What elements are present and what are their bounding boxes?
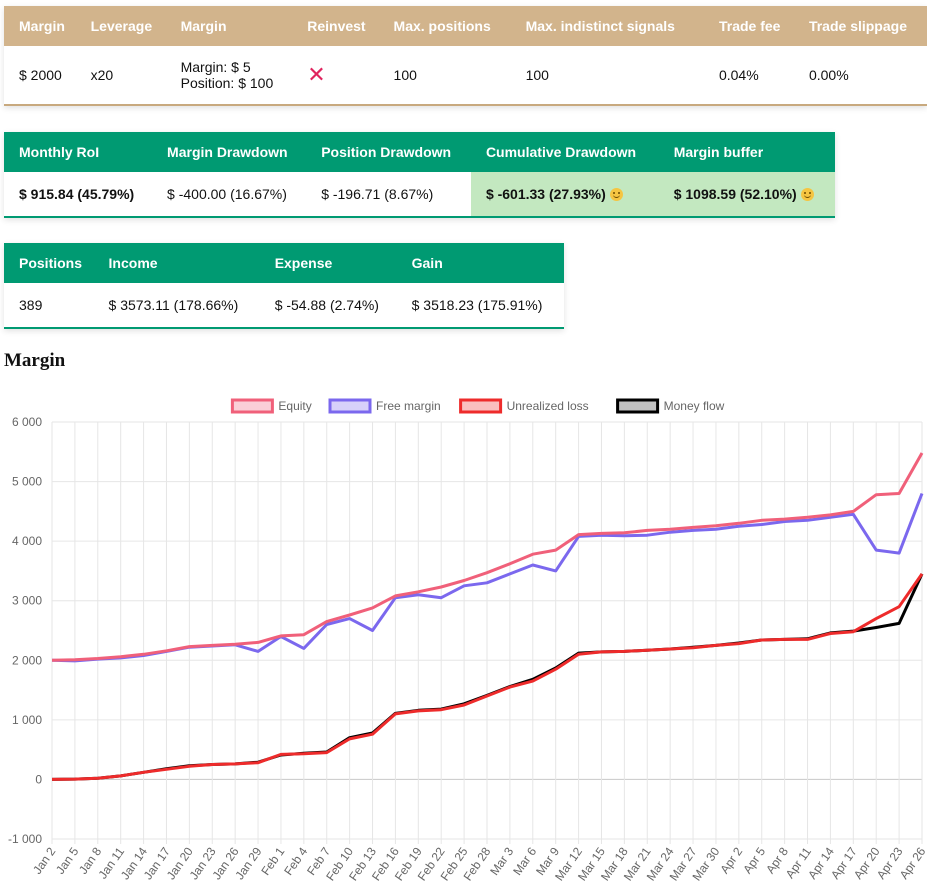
x-tick-label: Apr 2 [717,844,745,876]
y-tick-label: 4 000 [12,534,42,548]
y-tick-label: -1 000 [8,832,42,846]
header-monthly-roi: Monthly RoI [4,132,153,172]
trade-fee-value: 0.04% [703,46,794,105]
positions-count: 389 [4,283,94,328]
header-leverage: Leverage [75,6,166,46]
header-positions: Positions [4,243,94,283]
header-margin-buffer: Margin buffer [658,132,835,172]
header-trade-fee: Trade fee [703,6,794,46]
max-indistinct-value: 100 [510,46,704,105]
legend-swatch [616,398,660,414]
cumulative-drawdown-value: $ -601.33 (27.93%) [485,186,606,202]
reinvest-value: ✕ [292,46,379,105]
x-tick-label: Jan 2 [30,844,58,876]
margin-drawdown-value: $ -400.00 (16.67%) [152,172,307,217]
cross-icon: ✕ [307,62,326,87]
x-tick-label: Apr 5 [740,844,768,876]
roi-table: Monthly RoI Margin Drawdown Position Dra… [4,132,835,218]
header-position-drawdown: Position Drawdown [306,132,471,172]
header-max-indistinct-signals: Max. indistinct signals [510,6,704,46]
x-tick-label: Feb 1 [258,844,287,877]
x-axis: Jan 2Jan 5Jan 8Jan 11Jan 14Jan 17Jan 20J… [30,844,927,883]
x-tick-label: Feb 4 [281,844,310,877]
header-reinvest: Reinvest [292,6,379,46]
y-tick-label: 6 000 [12,415,42,429]
header-cumulative-drawdown: Cumulative Drawdown [470,132,659,172]
section-title: Margin [4,350,66,371]
y-tick-label: 3 000 [12,594,42,608]
header-income: Income [93,243,260,283]
y-tick-label: 2 000 [12,653,42,667]
header-expense: Expense [259,243,397,283]
margin-line: Margin: $ 5 [180,59,251,75]
legend-swatch [328,398,372,414]
legend-swatch [459,398,503,414]
legend-label: Free margin [376,399,441,413]
position-drawdown-value: $ -196.71 (8.67%) [306,172,471,217]
expense-value: $ -54.88 (2.74%) [259,283,397,328]
header-margin-drawdown: Margin Drawdown [152,132,307,172]
cumulative-drawdown-cell: $ -601.33 (27.93%) [470,172,659,217]
monthly-roi-value: $ 915.84 (45.79%) [4,172,153,217]
x-tick-label: Jan 5 [53,844,81,876]
header-trade-slippage: Trade slippage [793,6,927,46]
legend-label: Equity [278,399,311,413]
position-line: Position: $ 100 [180,75,274,91]
margin-chart: Equity Free margin Unrealized loss Money fl… [8,398,927,883]
roi-header-row: Monthly RoI Margin Drawdown Position Dra… [4,132,835,172]
x-tick-label: Mar 6 [510,844,539,877]
chart-legend: Equity Free margin Unrealized loss Money fl… [230,398,725,414]
x-tick-label: Mar 3 [487,844,516,877]
header-margin: Margin [4,6,76,46]
y-tick-label: 0 [35,772,42,786]
max-positions-value: 100 [378,46,511,105]
y-tick-label: 5 000 [12,475,42,489]
positions-header-row: Positions Income Expense Gain [4,243,564,283]
legend-swatch [230,398,274,414]
positions-table: Positions Income Expense Gain 389 $ 3573… [4,243,564,329]
legend-label: Money flow [664,399,725,413]
positions-value-row: 389 $ 3573.11 (178.66%) $ -54.88 (2.74%)… [4,283,564,328]
settings-value-row: $ 2000 x20 Margin: $ 5 Position: $ 100 ✕… [4,46,927,105]
income-value: $ 3573.11 (178.66%) [93,283,260,328]
legend-label: Unrealized loss [507,399,589,413]
trade-slippage-value: 0.00% [793,46,927,105]
settings-table: Margin Leverage Margin Reinvest Max. pos… [4,6,927,106]
header-max-positions: Max. positions [378,6,511,46]
margin-buffer-value: $ 1098.59 (52.10%) [673,186,797,202]
smiley-icon [609,188,623,201]
header-gain: Gain [396,243,564,283]
chart-grid [51,421,923,844]
leverage-value: x20 [75,46,166,105]
margin-position-value: Margin: $ 5 Position: $ 100 [165,46,293,105]
smiley-icon [800,188,814,201]
margin-value: $ 2000 [4,46,76,105]
settings-header-row: Margin Leverage Margin Reinvest Max. pos… [4,6,927,46]
roi-value-row: $ 915.84 (45.79%) $ -400.00 (16.67%) $ -… [4,172,835,217]
y-tick-label: 1 000 [12,713,42,727]
header-margin-position: Margin [165,6,293,46]
gain-value: $ 3518.23 (175.91%) [396,283,564,328]
y-axis: 6 000 5 000 4 000 3 000 2 000 1 000 0 -1 000 [8,415,42,846]
margin-buffer-cell: $ 1098.59 (52.10%) [658,172,835,217]
